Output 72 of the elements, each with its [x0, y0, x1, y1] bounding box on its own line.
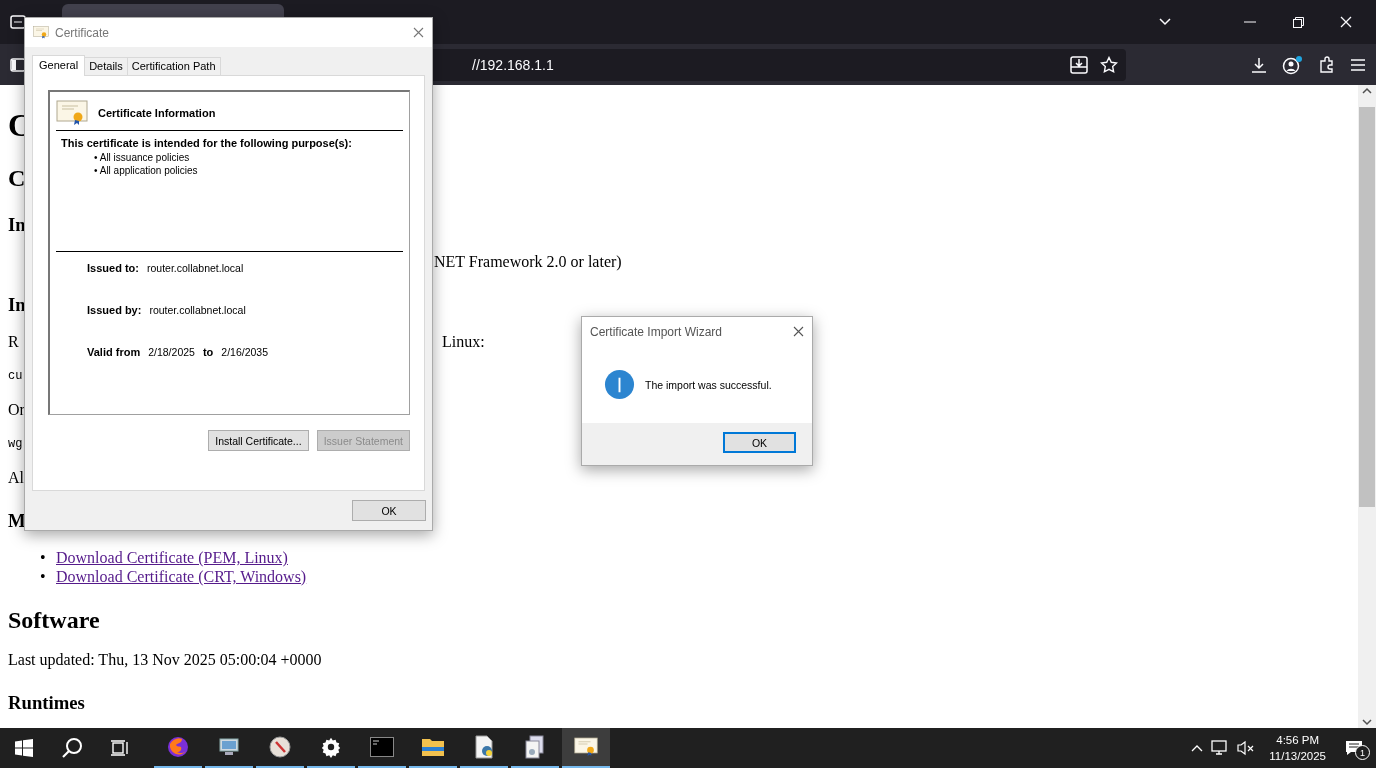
- script-file-icon: [472, 735, 495, 759]
- globe-icon: [165, 735, 190, 759]
- info-heading: Certificate Information: [98, 107, 216, 119]
- network-icon[interactable]: [1211, 740, 1230, 756]
- volume-muted-icon[interactable]: [1237, 740, 1256, 756]
- paragraph-text: Or: [8, 400, 25, 420]
- task-view-icon[interactable]: [111, 740, 129, 756]
- bullet-mark: •: [40, 567, 47, 586]
- scroll-up-icon[interactable]: [1362, 87, 1372, 95]
- ok-button[interactable]: OK: [352, 500, 426, 521]
- notification-button[interactable]: 1: [1340, 734, 1368, 762]
- windows-start-icon[interactable]: [15, 739, 33, 757]
- dialog-tab[interactable]: General: [32, 55, 86, 76]
- account-icon[interactable]: [1282, 54, 1304, 75]
- scroll-down-icon[interactable]: [1362, 718, 1372, 726]
- dialog-title: Certificate Import Wizard: [590, 324, 724, 339]
- field-value: router.collabnet.local: [146, 262, 244, 274]
- field-label: Valid from: [87, 346, 141, 358]
- page-heading: In: [8, 214, 26, 236]
- info-icon: [604, 369, 635, 400]
- download-icon[interactable]: [1250, 55, 1268, 74]
- message-text: The import was successful.: [645, 378, 772, 391]
- field-label: Issued by:: [87, 304, 142, 316]
- paragraph-text: Al: [8, 468, 24, 488]
- paragraph-text: NET Framework 2.0 or later): [434, 252, 622, 272]
- download-page-icon[interactable]: [1070, 55, 1088, 74]
- search-icon[interactable]: [61, 737, 83, 759]
- page-heading: Software: [8, 606, 100, 634]
- terminal-icon: [369, 737, 394, 757]
- code-line: wg: [8, 436, 23, 452]
- paragraph-text: Last updated: Thu, 13 Nov 2025 05:00:04 +0000: [8, 650, 322, 670]
- folder-icon: [420, 737, 445, 757]
- field-value: 2/16/2035: [221, 346, 268, 358]
- purpose-item: • All application policies: [94, 164, 199, 177]
- tab-list-icon[interactable]: [10, 15, 26, 29]
- download-link[interactable]: Download Certificate (PEM, Linux): [56, 549, 288, 566]
- ok-button[interactable]: OK: [723, 432, 796, 453]
- scrollbar-thumb[interactable]: [1359, 107, 1375, 507]
- page-heading: Runtimes: [8, 692, 85, 714]
- star-icon[interactable]: [1100, 55, 1118, 74]
- purpose-title: This certificate is intended for the following purpose(s):: [61, 137, 353, 149]
- taskbar-app[interactable]: [561, 728, 610, 768]
- page-heading: M: [8, 510, 26, 532]
- compass-icon: [267, 735, 292, 759]
- certificate-icon: [56, 100, 88, 126]
- paragraph-text: R: [8, 333, 19, 350]
- field-label: to: [202, 346, 214, 358]
- extensions-icon[interactable]: [1318, 55, 1336, 74]
- field-value: 2/18/2025: [148, 346, 195, 358]
- dialog-title: Certificate: [55, 25, 111, 40]
- download-link[interactable]: Download Certificate (CRT, Windows): [56, 568, 307, 585]
- page-heading: C: [8, 164, 26, 192]
- chevron-down-icon[interactable]: [1158, 17, 1172, 27]
- close-icon[interactable]: [793, 326, 804, 337]
- restore-icon[interactable]: [1292, 16, 1304, 28]
- menu-icon[interactable]: [1350, 57, 1366, 72]
- dialog-tab[interactable]: Certification Path: [126, 57, 221, 76]
- gear-icon: [319, 736, 342, 758]
- code-line: cu: [8, 368, 23, 384]
- field-label: Issued to:: [87, 262, 139, 274]
- paragraph-text: Linux:: [442, 332, 485, 352]
- document-icon: [523, 735, 546, 759]
- field-value: router.collabnet.local: [149, 304, 246, 316]
- purpose-item: • All issuance policies: [94, 151, 191, 164]
- page-heading: In: [8, 294, 26, 316]
- clock[interactable]: 4:56 PM 11/13/2025: [1263, 732, 1332, 764]
- bullet-mark: •: [40, 548, 47, 567]
- install-button[interactable]: Install Certificate...: [208, 430, 309, 451]
- sidebar-icon[interactable]: [10, 57, 26, 72]
- certificate-icon: [33, 26, 49, 39]
- certificate-icon: [573, 737, 598, 757]
- chevron-up-icon[interactable]: [1191, 744, 1204, 752]
